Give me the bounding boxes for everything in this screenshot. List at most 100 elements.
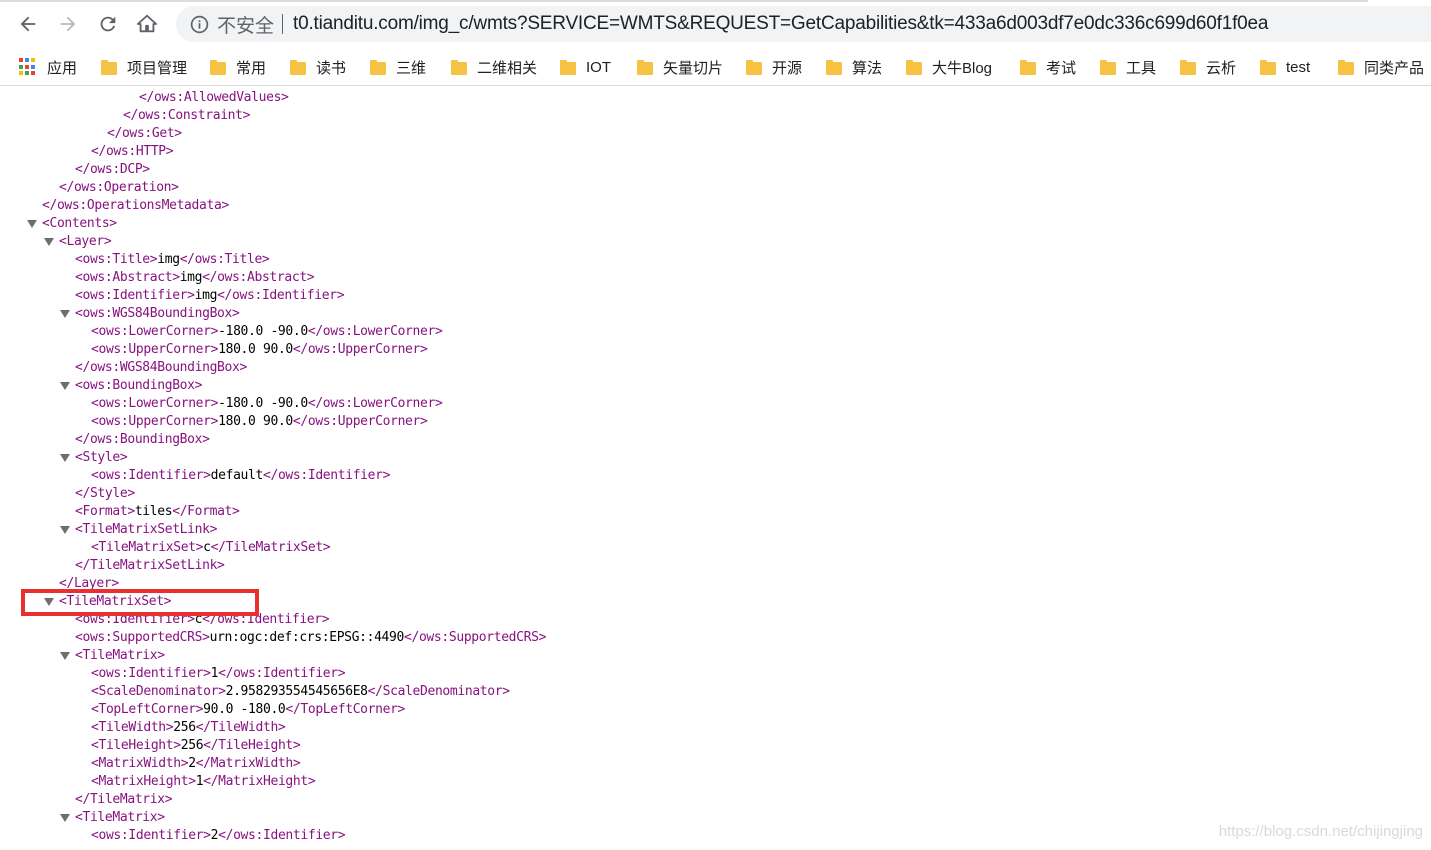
- xml-open-tag: <TileMatrix>: [75, 648, 165, 663]
- xml-line: <ows:Abstract>img</ows:Abstract>: [75, 269, 315, 287]
- bookmark-label: 二维相关: [477, 59, 538, 77]
- xml-close-tag: </ows:Identifier>: [218, 666, 346, 681]
- xml-open-tag: <TopLeftCorner>: [91, 702, 204, 717]
- address-separator: [282, 14, 284, 34]
- xml-open-tag: <ows:Identifier>: [91, 828, 211, 843]
- forward-arrow-icon[interactable]: [52, 8, 84, 40]
- collapse-triangle-icon[interactable]: [60, 652, 70, 660]
- xml-close-tag: </ows:UpperCorner>: [292, 414, 428, 429]
- xml-line: <ows:SupportedCRS>urn:ogc:def:crs:EPSG::…: [75, 629, 546, 647]
- bookmark-label: 应用: [47, 59, 78, 77]
- xml-open-tag: <MatrixHeight>: [91, 774, 196, 789]
- xml-close-tag: </ows:LowerCorner>: [307, 396, 443, 411]
- bookmark-item[interactable]: 二维相关: [451, 56, 537, 78]
- bookmark-item[interactable]: 三维: [370, 56, 426, 78]
- xml-close-tag: </ows:Title>: [179, 252, 270, 267]
- apps-grid-icon: [19, 58, 37, 76]
- folder-icon: [560, 59, 576, 75]
- collapse-triangle-icon[interactable]: [27, 220, 37, 228]
- xml-open-tag: <ows:Title>: [75, 252, 158, 267]
- xml-line: <ows:BoundingBox>: [75, 377, 202, 395]
- folder-icon: [290, 59, 306, 75]
- bookmark-item[interactable]: 矢量切片: [637, 56, 723, 78]
- xml-line: <ows:Identifier>default</ows:Identifier>: [91, 467, 390, 485]
- xml-line: <TopLeftCorner>90.0 -180.0</TopLeftCorne…: [91, 701, 405, 719]
- xml-line: <TileMatrixSetLink>: [75, 521, 217, 539]
- bookmark-item[interactable]: 项目管理: [101, 56, 187, 78]
- home-icon[interactable]: [131, 8, 163, 40]
- bookmark-item[interactable]: 开源: [746, 56, 802, 78]
- xml-close-tag: </ows:UpperCorner>: [292, 342, 428, 357]
- xml-close-tag: </ows:SupportedCRS>: [404, 630, 547, 645]
- bookmark-item[interactable]: 工具: [1100, 56, 1156, 78]
- bookmark-item[interactable]: test: [1260, 56, 1310, 78]
- xml-line: <ows:Title>img</ows:Title>: [75, 251, 270, 269]
- xml-open-tag: <ows:UpperCorner>: [91, 342, 219, 357]
- xml-open-tag: <ows:SupportedCRS>: [75, 630, 210, 645]
- xml-text-value: 256: [173, 720, 196, 735]
- xml-open-tag: <ows:LowerCorner>: [91, 324, 219, 339]
- bookmarks-bar: 应用 项目管理 常用 读书 三维 二维相关 IOT 矢量切片 开源 算法 大牛Blog 考试 工具 云析 t…: [0, 48, 1431, 86]
- xml-close-tag: </ows:LowerCorner>: [307, 324, 443, 339]
- xml-line: </ows:HTTP>: [91, 143, 174, 161]
- xml-line: <Layer>: [59, 233, 112, 251]
- folder-icon: [1180, 59, 1196, 75]
- xml-text-value: 180.0 90.0: [218, 342, 293, 357]
- xml-close-tag: </MatrixWidth>: [195, 756, 301, 771]
- xml-open-tag: <ows:UpperCorner>: [91, 414, 219, 429]
- bookmark-item[interactable]: 读书: [290, 56, 346, 78]
- xml-text-value: -180.0 -90.0: [218, 324, 308, 339]
- collapse-triangle-icon[interactable]: [44, 598, 54, 606]
- url-text[interactable]: t0.tianditu.com/img_c/wmts?SERVICE=WMTS&…: [293, 13, 1268, 35]
- bookmark-label: 项目管理: [127, 59, 188, 77]
- xml-text-value: 2: [210, 828, 219, 843]
- xml-line: </ows:BoundingBox>: [75, 431, 210, 449]
- xml-line: <MatrixHeight>1</MatrixHeight>: [91, 773, 316, 791]
- collapse-triangle-icon[interactable]: [44, 238, 54, 246]
- xml-line: </TileMatrixSetLink>: [75, 557, 225, 575]
- folder-icon: [101, 59, 117, 75]
- reload-icon[interactable]: [92, 8, 124, 40]
- xml-text-value: c: [203, 540, 211, 555]
- bookmark-item[interactable]: IOT: [560, 56, 611, 78]
- xml-text-value: 180.0 90.0: [218, 414, 293, 429]
- bookmark-item[interactable]: 考试: [1020, 56, 1076, 78]
- bookmark-item[interactable]: 同类产品: [1338, 56, 1424, 78]
- bookmark-item[interactable]: 算法: [826, 56, 882, 78]
- bookmark-label: 读书: [316, 59, 347, 77]
- address-bar[interactable]: 不安全 t0.tianditu.com/img_c/wmts?SERVICE=W…: [176, 6, 1431, 42]
- xml-close-tag: </ows:Abstract>: [202, 270, 315, 285]
- xml-open-tag: </ows:WGS84BoundingBox>: [75, 360, 247, 375]
- xml-open-tag: <Contents>: [42, 216, 117, 231]
- xml-open-tag: <ows:Identifier>: [75, 612, 195, 627]
- xml-line: </ows:AllowedValues>: [139, 89, 289, 107]
- xml-close-tag: </TileHeight>: [203, 738, 301, 753]
- collapse-triangle-icon[interactable]: [60, 382, 70, 390]
- security-status[interactable]: 不安全: [217, 11, 274, 38]
- back-arrow-icon[interactable]: [12, 8, 44, 40]
- collapse-triangle-icon[interactable]: [60, 310, 70, 318]
- folder-icon: [1020, 59, 1036, 75]
- xml-line: </ows:Constraint>: [123, 107, 250, 125]
- bookmark-item[interactable]: 大牛Blog: [906, 56, 992, 78]
- xml-open-tag: <Format>: [75, 504, 135, 519]
- bookmark-label: 大牛Blog: [932, 59, 993, 77]
- bookmark-item[interactable]: 云析: [1180, 56, 1236, 78]
- xml-line: <ows:LowerCorner>-180.0 -90.0</ows:Lower…: [91, 395, 443, 413]
- xml-open-tag: <ows:Identifier>: [75, 288, 195, 303]
- folder-icon: [746, 59, 762, 75]
- collapse-triangle-icon[interactable]: [60, 454, 70, 462]
- bookmark-item[interactable]: 应用: [19, 56, 77, 78]
- collapse-triangle-icon[interactable]: [60, 814, 70, 822]
- info-icon[interactable]: [189, 14, 209, 34]
- bookmark-label: 算法: [852, 59, 883, 77]
- collapse-triangle-icon[interactable]: [60, 526, 70, 534]
- xml-text-value: tiles: [134, 504, 173, 519]
- xml-open-tag: <ows:Identifier>: [91, 468, 211, 483]
- bookmark-label: 工具: [1126, 59, 1157, 77]
- bookmark-item[interactable]: 常用: [210, 56, 266, 78]
- xml-line: </Layer>: [59, 575, 119, 593]
- xml-text-value: 2.958293554545656E8: [225, 684, 368, 699]
- xml-open-tag: <TileMatrixSetLink>: [75, 522, 218, 537]
- xml-line: <Style>: [75, 449, 128, 467]
